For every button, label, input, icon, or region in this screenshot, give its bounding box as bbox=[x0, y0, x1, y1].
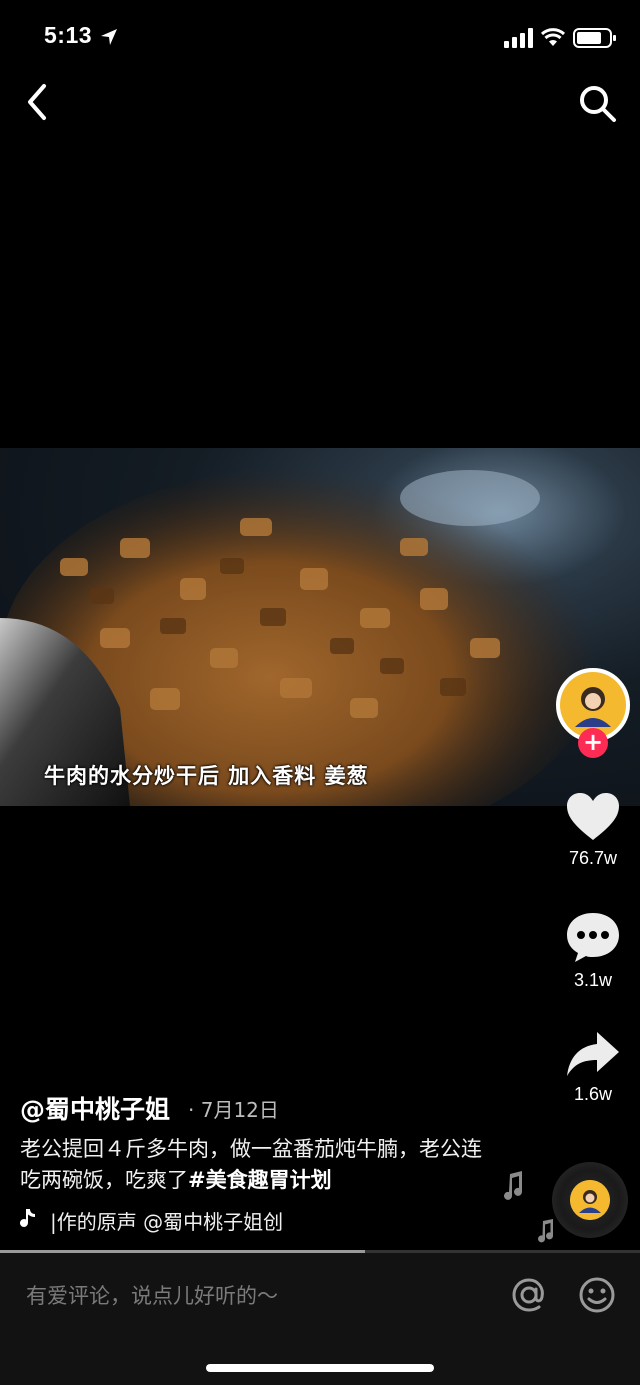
share-count: 1.6w bbox=[573, 1084, 613, 1104]
follow-plus-icon[interactable]: + bbox=[578, 728, 608, 758]
status-bar: 5:13 bbox=[0, 0, 640, 76]
author-avatar-button[interactable]: + bbox=[556, 668, 630, 758]
video-player[interactable] bbox=[0, 448, 640, 806]
floating-note-icon bbox=[504, 1171, 522, 1200]
post-date: · 7月12日 bbox=[188, 1098, 279, 1122]
hashtag-link[interactable]: #美食趣胃计划 bbox=[188, 1168, 332, 1192]
comment-bubble-icon bbox=[567, 913, 619, 962]
disc-avatar-image bbox=[570, 1180, 610, 1220]
music-row[interactable]: |作的原声 @蜀中桃子姐创 bbox=[20, 1206, 340, 1234]
post-description: 老公提回４斤多牛肉，做一盆番茄炖牛腩，老公连吃两碗饭，吃爽了#美食趣胃计划 bbox=[20, 1134, 500, 1196]
search-button[interactable] bbox=[576, 82, 618, 124]
cellular-signal-icon bbox=[504, 28, 533, 48]
like-button[interactable]: 76.7w bbox=[556, 792, 630, 869]
share-arrow-icon bbox=[567, 1032, 619, 1076]
video-frame-image bbox=[0, 468, 600, 806]
music-note-icon bbox=[20, 1209, 35, 1227]
author-name[interactable]: @蜀中桃子姐 bbox=[20, 1090, 170, 1126]
music-title[interactable]: |作的原声 @蜀中桃子姐创 bbox=[50, 1206, 283, 1234]
comment-button[interactable]: 3.1w bbox=[556, 910, 630, 991]
video-subtitle: 牛肉的水分炒干后 加入香料 姜葱 bbox=[44, 764, 369, 788]
battery-icon bbox=[573, 28, 616, 48]
emoji-icon[interactable] bbox=[578, 1276, 616, 1314]
share-button[interactable]: 1.6w bbox=[556, 1030, 630, 1105]
wifi-icon bbox=[540, 28, 566, 46]
at-mention-icon[interactable] bbox=[510, 1276, 548, 1314]
location-arrow-icon bbox=[101, 29, 117, 45]
like-count: 76.7w bbox=[568, 848, 618, 868]
music-disc-button[interactable] bbox=[552, 1162, 628, 1238]
disc-avatar bbox=[570, 1180, 610, 1220]
floating-note-icon bbox=[538, 1219, 553, 1243]
status-time: 5:13 bbox=[44, 22, 93, 48]
heart-icon bbox=[567, 793, 619, 840]
home-indicator bbox=[206, 1364, 434, 1372]
comment-count: 3.1w bbox=[573, 970, 613, 990]
comment-input[interactable]: 有爱评论，说点儿好听的～ bbox=[26, 1280, 486, 1310]
back-button[interactable] bbox=[20, 82, 56, 122]
